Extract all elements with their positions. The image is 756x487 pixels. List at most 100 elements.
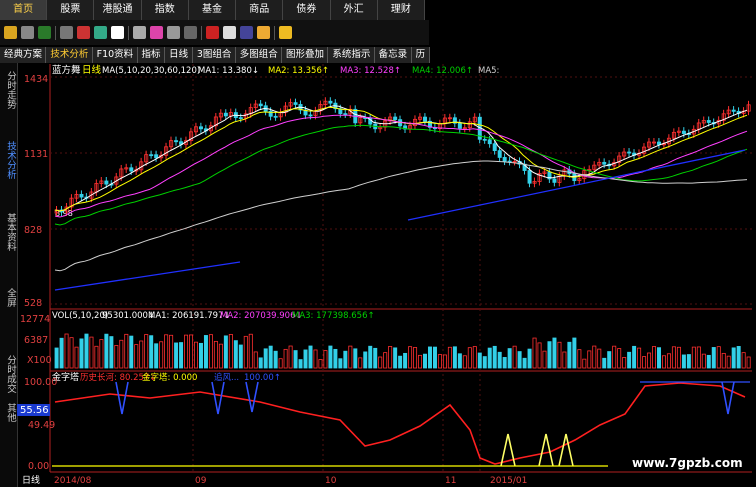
date-label-0: 2014/08 xyxy=(54,476,92,486)
volume-bar xyxy=(303,349,308,369)
volume-bar xyxy=(149,335,154,369)
volume-bar xyxy=(532,337,537,369)
volume-bar xyxy=(413,347,418,369)
chart-canvas[interactable]: 蓝方舞 日线 MA(5,10,20,30,60,120)MA1: 13.380↓ MA… xyxy=(0,0,756,487)
volume-bar xyxy=(642,356,647,369)
volume-bar xyxy=(676,346,681,369)
volume-bar xyxy=(373,347,378,369)
volume-bar xyxy=(502,357,507,369)
volume-bar xyxy=(423,353,428,369)
volume-bar xyxy=(343,350,348,369)
volume-bar xyxy=(701,353,706,369)
price-axis-label-0: 1434 xyxy=(24,74,48,85)
volume-bar xyxy=(283,348,288,369)
candle-body xyxy=(497,150,502,158)
volume-bar xyxy=(552,337,557,369)
volume-bar xyxy=(427,346,432,369)
candle-body xyxy=(627,151,632,154)
volume-bar xyxy=(507,348,512,369)
volume-bar xyxy=(69,337,74,369)
vol-legend-3: MA3: 177398.656↑ xyxy=(292,311,375,321)
volume-bar xyxy=(243,335,248,369)
volume-bar xyxy=(686,354,691,369)
volume-bar xyxy=(144,334,149,369)
volume-bar xyxy=(472,346,477,369)
candle-body xyxy=(104,180,109,185)
volume-bar xyxy=(328,345,333,369)
volume-bar xyxy=(253,351,258,369)
volume-bar xyxy=(388,346,393,369)
ma-legend-1: MA2: 13.356↑ xyxy=(268,66,329,76)
gp-legend-3: 100.00↑ xyxy=(244,373,281,383)
candle-body xyxy=(328,100,333,104)
volume-bar xyxy=(457,353,462,369)
vol-axis-label-2: X100 xyxy=(27,355,52,366)
volume-bar xyxy=(383,352,388,369)
volume-bar xyxy=(587,350,592,369)
volume-bar xyxy=(477,352,482,369)
ma-legend-2: MA3: 12.528↑ xyxy=(340,66,401,76)
candle-body xyxy=(527,170,532,184)
gp-axis-label-0: 100.00 xyxy=(24,377,57,388)
vol-axis-label-0: 12774 xyxy=(20,314,50,325)
volume-bar xyxy=(661,355,666,369)
volume-bar xyxy=(114,345,119,369)
candle-body xyxy=(79,193,84,198)
volume-bar xyxy=(189,334,194,369)
volume-bar xyxy=(228,334,233,369)
volume-bar xyxy=(318,359,323,369)
candle-body xyxy=(457,122,462,129)
volume-bar xyxy=(512,345,517,369)
volume-bar xyxy=(363,351,368,369)
volume-bar xyxy=(74,346,79,369)
volume-bar xyxy=(288,345,293,369)
candle-body xyxy=(198,126,203,130)
volume-bar xyxy=(124,333,129,369)
volume-bar xyxy=(731,347,736,369)
candle-body xyxy=(174,140,179,143)
date-label-2: 10 xyxy=(325,476,337,486)
volume-bar xyxy=(298,359,303,369)
volume-bar xyxy=(617,348,622,369)
candle-body xyxy=(238,117,243,120)
volume-bar xyxy=(278,358,283,369)
candle-body xyxy=(602,161,607,165)
volume-bar xyxy=(218,343,223,369)
volume-bar xyxy=(208,334,213,369)
gp-pyramid-spike xyxy=(538,433,554,467)
volume-bar xyxy=(736,346,741,369)
volume-bar xyxy=(442,354,447,369)
candle-body xyxy=(273,115,278,118)
date-label-4: 2015/01 xyxy=(490,476,527,486)
candle-body xyxy=(393,116,398,121)
volume-bar xyxy=(497,351,502,369)
volume-bar xyxy=(572,337,577,369)
volume-bar xyxy=(89,336,94,369)
volume-bar xyxy=(452,346,457,369)
volume-bar xyxy=(263,348,268,369)
volume-bar xyxy=(671,346,676,369)
volume-bar xyxy=(109,336,114,369)
candle-body xyxy=(552,178,557,183)
volume-bar xyxy=(184,334,189,369)
gp-chaser-dip xyxy=(211,381,225,415)
volume-bar xyxy=(567,341,572,369)
stock-name: 蓝方舞 xyxy=(52,64,81,76)
volume-bar xyxy=(577,349,582,369)
volume-bar xyxy=(293,350,298,369)
vol-legend-2: MA2: 207039.906↓ xyxy=(220,311,303,321)
volume-bar xyxy=(308,345,313,369)
candle-body xyxy=(731,109,736,112)
volume-bar xyxy=(657,347,662,369)
volume-bar xyxy=(119,339,124,369)
gp-chaser-dip xyxy=(115,381,129,415)
candle-body xyxy=(657,141,662,145)
volume-bar xyxy=(64,333,69,369)
volume-bar xyxy=(169,334,174,369)
volume-bar xyxy=(696,346,701,369)
volume-bar xyxy=(368,345,373,369)
volume-bar xyxy=(164,334,169,369)
vol-axis-label-1: 6387 xyxy=(24,335,48,346)
volume-bar xyxy=(408,346,413,369)
volume-bar xyxy=(179,342,184,369)
